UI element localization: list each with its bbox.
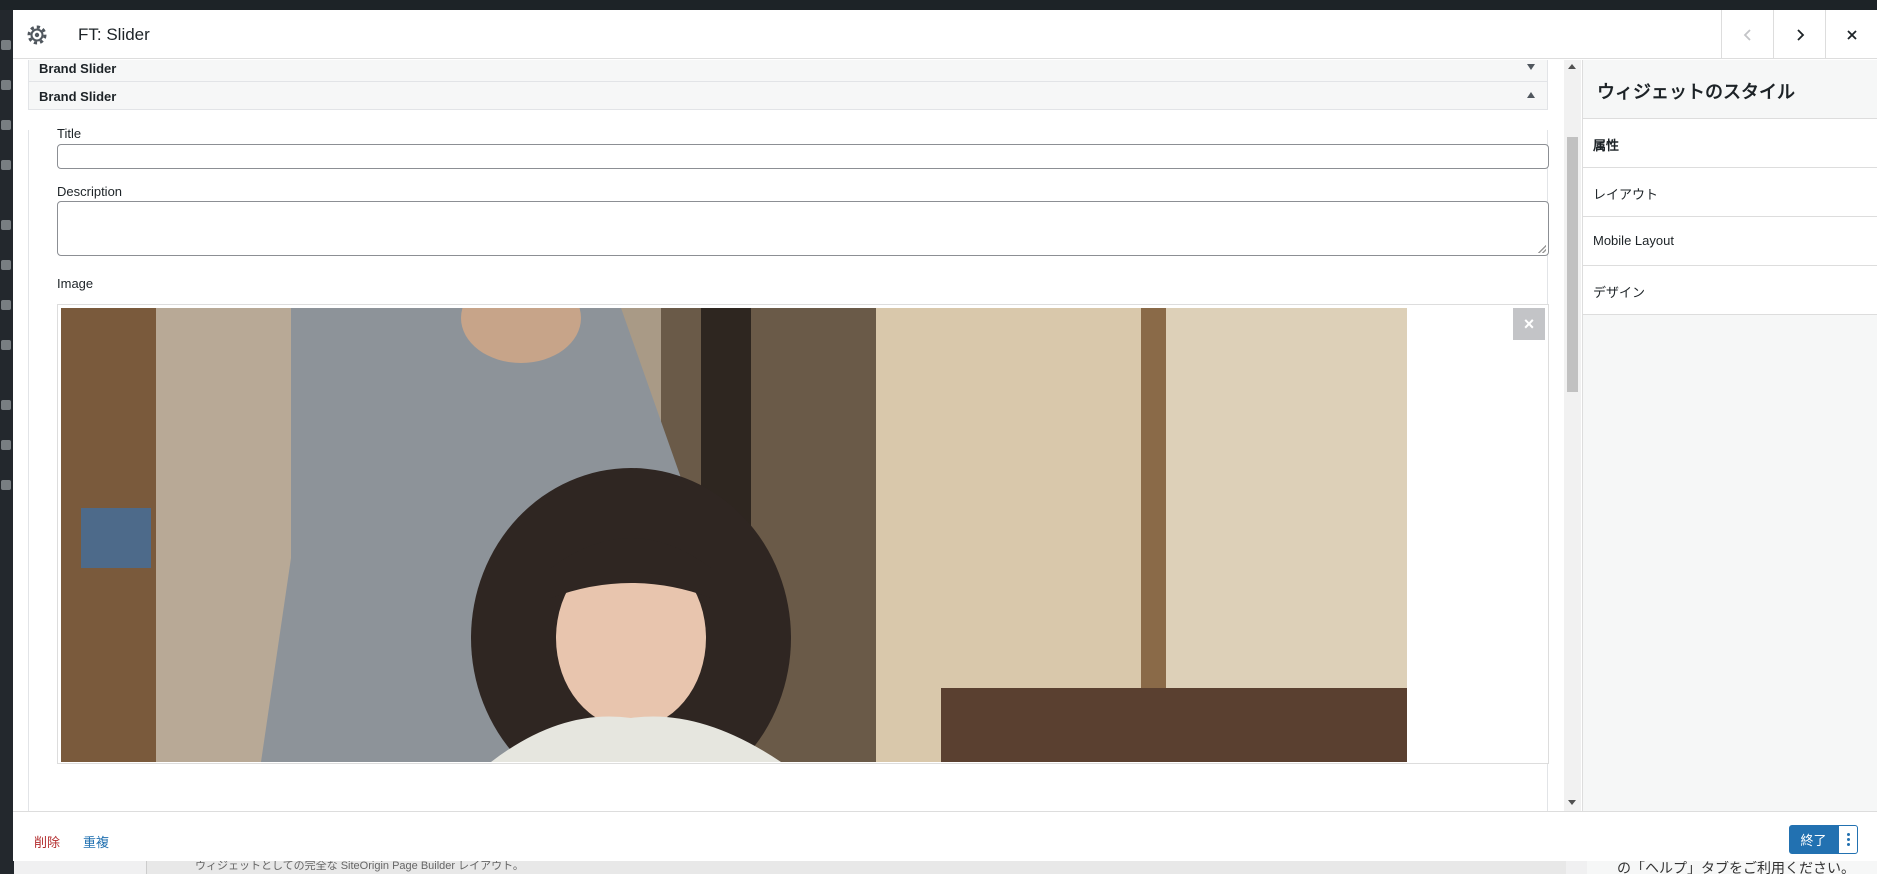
caret-up-icon <box>1527 92 1535 98</box>
scroll-thumb[interactable] <box>1567 137 1578 392</box>
previous-button[interactable] <box>1721 10 1773 59</box>
close-button[interactable] <box>1825 10 1877 59</box>
widget-edit-dialog: FT: Slider Brand Slider Brand Slider Tit… <box>13 10 1877 861</box>
sidebar-item-mobile-layout[interactable]: Mobile Layout <box>1583 217 1877 266</box>
title-input[interactable] <box>57 144 1549 169</box>
menu-icon[interactable] <box>1 40 11 50</box>
more-options-button[interactable] <box>1838 825 1858 854</box>
image-label: Image <box>57 276 94 291</box>
remove-image-button[interactable]: × <box>1513 308 1545 340</box>
sidebar-title: ウィジェットのスタイル <box>1583 60 1877 119</box>
description-label: Description <box>57 184 123 199</box>
delete-button[interactable]: 削除 <box>34 832 60 851</box>
menu-icon[interactable] <box>1 120 11 130</box>
next-button[interactable] <box>1773 10 1825 59</box>
chevron-right-icon <box>1796 28 1804 41</box>
duplicate-button[interactable]: 重複 <box>83 832 109 851</box>
dialog-header: FT: Slider <box>13 10 1877 59</box>
title-label: Title <box>57 126 82 141</box>
content-scrollbar[interactable] <box>1564 60 1581 811</box>
section-title: Brand Slider <box>39 89 117 104</box>
menu-icon[interactable] <box>1 400 11 410</box>
scroll-up-icon[interactable] <box>1568 64 1576 69</box>
menu-icon[interactable] <box>1 80 11 90</box>
section-title: Brand Slider <box>39 61 117 76</box>
description-textarea[interactable] <box>57 201 1549 256</box>
menu-icon[interactable] <box>1 300 11 310</box>
done-button[interactable]: 終了 <box>1789 825 1838 854</box>
image-preview-box: × <box>57 304 1549 764</box>
close-icon <box>1846 29 1857 40</box>
admin-sidebar <box>0 10 14 874</box>
resize-grip-icon[interactable] <box>1538 245 1546 253</box>
menu-icon[interactable] <box>1 160 11 170</box>
menu-icon[interactable] <box>1 260 11 270</box>
dot-icon <box>1846 838 1850 841</box>
dialog-footer: 削除 重複 終了 <box>13 811 1877 861</box>
menu-icon[interactable] <box>1 440 11 450</box>
dialog-content: Brand Slider Brand Slider Title Descript… <box>13 60 1582 811</box>
scroll-down-icon[interactable] <box>1568 800 1576 805</box>
salon-photo <box>61 308 1407 762</box>
section-brand-slider-expanded[interactable]: Brand Slider <box>28 81 1548 110</box>
sidebar-item-design[interactable]: デザイン <box>1583 266 1877 315</box>
admin-bar <box>0 0 1877 10</box>
menu-icon[interactable] <box>1 340 11 350</box>
caret-down-icon <box>1527 64 1535 70</box>
image-preview[interactable] <box>61 308 1407 762</box>
widget-styles-sidebar: ウィジェットのスタイル 属性 レイアウト Mobile Layout デザイン <box>1582 60 1877 811</box>
gear-icon <box>27 25 47 45</box>
section-brand-slider-collapsed[interactable]: Brand Slider <box>28 60 1548 82</box>
menu-icon[interactable] <box>1 480 11 490</box>
sidebar-item-layout[interactable]: レイアウト <box>1583 168 1877 217</box>
sidebar-item-attributes[interactable]: 属性 <box>1583 119 1877 168</box>
chevron-left-icon <box>1743 28 1751 41</box>
menu-icon[interactable] <box>1 220 11 230</box>
dot-icon <box>1846 843 1850 846</box>
dialog-title: FT: Slider <box>78 25 150 44</box>
dot-icon <box>1846 833 1850 836</box>
